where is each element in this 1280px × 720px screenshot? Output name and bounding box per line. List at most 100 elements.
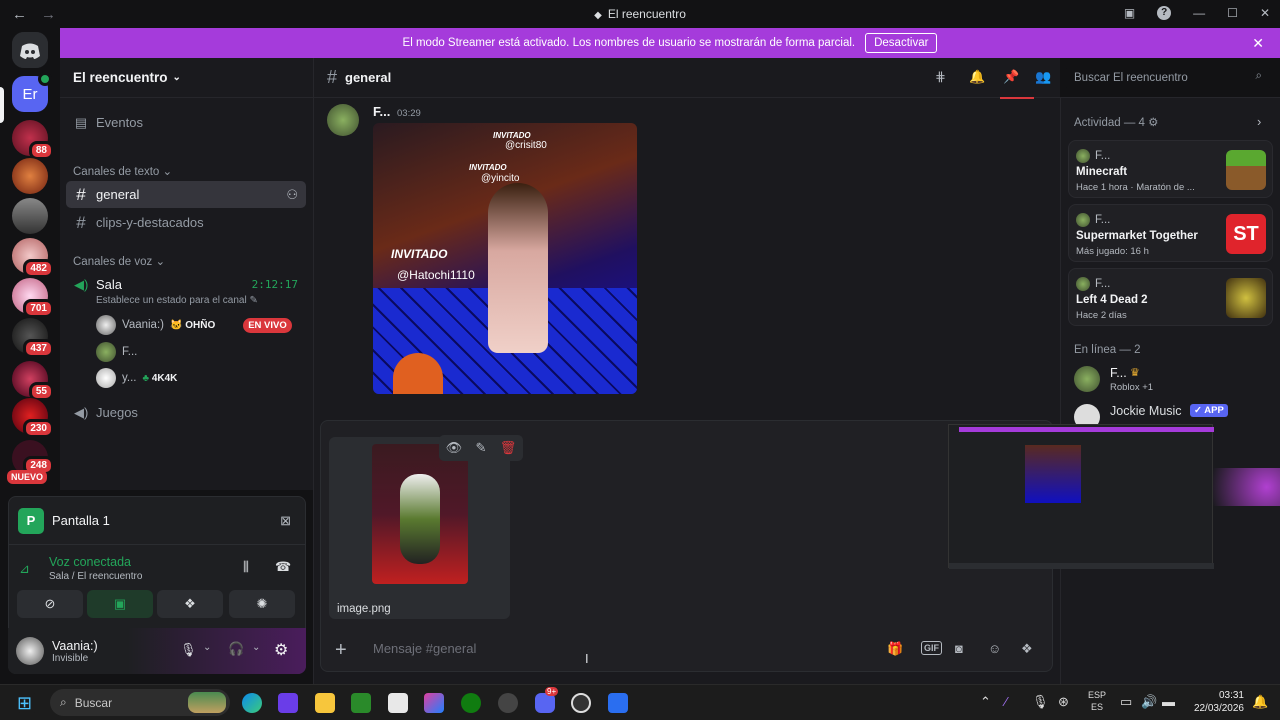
mention-badge: 230 xyxy=(23,419,54,438)
attachment-card[interactable]: image.png 👁 ✎ 🗑 xyxy=(329,435,523,619)
member-item[interactable]: Jockie Music ✓ APP xyxy=(1074,404,1274,430)
battery-icon[interactable]: ▬ xyxy=(1162,694,1175,709)
clock[interactable]: 03:31 22/03/2026 xyxy=(1190,689,1244,715)
avatar-figure xyxy=(488,183,548,353)
tray-vpn-icon[interactable]: ⊛ xyxy=(1058,694,1069,710)
steam-icon[interactable] xyxy=(571,693,591,713)
screenshare-button[interactable]: ▣ xyxy=(87,590,153,618)
close-banner-icon[interactable]: ✕ xyxy=(1252,35,1264,52)
activity-card[interactable]: F... Minecraft Hace 1 hora · Maratón de … xyxy=(1068,140,1273,198)
trash-icon[interactable]: 🗑 xyxy=(500,440,517,456)
volume-icon[interactable]: 🔊 xyxy=(1141,694,1157,710)
disable-streamer-button[interactable]: Desactivar xyxy=(865,33,938,53)
user-avatar[interactable] xyxy=(16,637,44,665)
tray-chevron-icon[interactable]: ⌃ xyxy=(980,694,991,710)
gift-icon[interactable]: 🎁 xyxy=(887,641,903,657)
channel-clips[interactable]: # clips-y-destacados xyxy=(66,209,306,236)
xbox-icon[interactable] xyxy=(461,693,481,713)
server-el-reencuentro[interactable]: Er xyxy=(12,72,52,112)
inbox-icon[interactable]: ▣ xyxy=(1124,6,1135,20)
noise-suppression-icon[interactable]: ⫼ xyxy=(243,559,249,575)
search-input[interactable]: Buscar El reencuentro ⌕ xyxy=(1066,66,1270,90)
discord-badge: 9+ xyxy=(545,687,559,696)
chevron-down-icon[interactable]: ⌄ xyxy=(252,642,260,653)
message-input[interactable]: Mensaje #general xyxy=(373,641,476,656)
minecraft-launcher-icon[interactable] xyxy=(351,693,371,713)
server-icon-4[interactable]: 482 xyxy=(12,238,54,278)
server-icon-8[interactable]: 230 xyxy=(12,398,54,438)
network-icon[interactable]: ▭ xyxy=(1120,694,1132,710)
gif-icon[interactable]: GIF xyxy=(921,641,942,655)
edge-icon[interactable] xyxy=(242,693,262,713)
server-icon-1[interactable]: 88 xyxy=(12,120,54,160)
tray-app-icon[interactable]: ⁄ xyxy=(1005,694,1007,709)
message-image[interactable]: INVITADO @crisit80 INVITADO @yincito INV… xyxy=(373,123,637,394)
events-item[interactable]: ▤ Eventos xyxy=(66,109,306,136)
hash-icon: # xyxy=(76,212,86,232)
activities-button[interactable]: ❖ xyxy=(157,590,223,618)
voice-channel-juegos[interactable]: ◀) Juegos xyxy=(66,399,306,426)
popout-icon[interactable]: ⊠ xyxy=(280,513,291,529)
gear-icon[interactable]: ⚙ xyxy=(1148,117,1158,129)
author-avatar[interactable] xyxy=(327,104,359,136)
activity-card[interactable]: F... Left 4 Dead 2 Hace 2 días xyxy=(1068,268,1273,326)
maximize-icon[interactable]: ☐ xyxy=(1227,6,1238,20)
sticker-icon[interactable]: ◙ xyxy=(955,641,963,656)
chevron-down-icon[interactable]: ⌄ xyxy=(203,642,211,653)
member-list-icon[interactable]: 👥 xyxy=(1035,69,1051,85)
window-title: ◆ El reencuentro xyxy=(594,7,686,21)
discord-taskbar-icon[interactable]: 9+ xyxy=(535,687,559,713)
voice-category[interactable]: Canales de voz ⌄ xyxy=(73,254,165,268)
voice-user-1[interactable]: Vaania:) 🐱 OHÑO EN VIVO xyxy=(96,315,292,335)
microphone-icon[interactable]: 🎙 xyxy=(180,642,197,658)
server-icon-5[interactable]: 701 xyxy=(12,278,54,318)
pencil-icon[interactable]: ✎ xyxy=(476,440,487,456)
server-header[interactable]: El reencuentro ⌄ ⚇ xyxy=(60,58,358,98)
voice-channel-sala[interactable]: ◀) Sala 2:12:17 xyxy=(66,271,306,298)
chevron-right-icon[interactable]: › xyxy=(1257,114,1261,129)
start-icon[interactable]: ⊞ xyxy=(17,693,37,713)
soundboard-button[interactable]: ✺ xyxy=(229,590,295,618)
server-icon-7[interactable]: 55 xyxy=(12,361,54,401)
threads-icon[interactable]: ⋕ xyxy=(935,69,946,85)
add-attachment-icon[interactable]: + xyxy=(335,639,347,662)
tray-mic-icon[interactable]: 🎙 xyxy=(1032,694,1049,710)
notification-icon[interactable]: 🔔 xyxy=(1252,694,1268,710)
taskbar-search[interactable]: ⌕ Buscar xyxy=(50,689,230,716)
apps-icon[interactable]: ❖ xyxy=(1021,641,1033,657)
user-info[interactable]: Vaania:) Invisible xyxy=(52,639,98,664)
message-author[interactable]: F... xyxy=(373,104,390,119)
help-icon[interactable]: ? xyxy=(1157,6,1172,20)
server-icon-2[interactable] xyxy=(12,158,48,194)
disconnect-icon[interactable]: ☎ xyxy=(275,559,291,575)
member-item[interactable]: F... ♛ Roblox +1 xyxy=(1074,366,1274,396)
app-icon-purple[interactable] xyxy=(278,693,298,713)
server-icon-6[interactable]: 437 xyxy=(12,318,54,358)
stream-preview-window[interactable] xyxy=(948,424,1214,569)
server-icon-3[interactable] xyxy=(12,198,48,234)
roblox-icon[interactable] xyxy=(608,693,628,713)
camera-button[interactable]: ⊘ xyxy=(17,590,83,618)
voice-user-2[interactable]: F... xyxy=(96,342,137,362)
pin-icon[interactable]: 📌 xyxy=(1003,69,1019,85)
store-icon[interactable] xyxy=(388,693,408,713)
file-explorer-icon[interactable] xyxy=(315,693,335,713)
discord-home-button[interactable] xyxy=(12,32,48,68)
eye-icon[interactable]: 👁 xyxy=(446,440,463,456)
minimize-icon[interactable]: — xyxy=(1193,6,1205,20)
stream-preview[interactable]: P Pantalla 1 ⊠ xyxy=(9,497,305,545)
notification-bell-icon[interactable]: 🔔 xyxy=(969,69,985,85)
voice-user-3[interactable]: y... ♣ 4K4K xyxy=(96,368,177,388)
language-indicator[interactable]: ESP ES xyxy=(1088,689,1106,713)
channel-general[interactable]: # general ⚇ xyxy=(66,181,306,208)
close-window-icon[interactable]: ✕ xyxy=(1260,6,1270,20)
emoji-icon[interactable]: ☺ xyxy=(988,641,1001,656)
app-icon-gray[interactable] xyxy=(498,693,518,713)
channel-status[interactable]: Establece un estado para el canal ✎ xyxy=(96,295,258,306)
headphones-icon[interactable]: 🎧 xyxy=(228,641,244,657)
settings-gear-icon[interactable]: ⚙ xyxy=(274,640,288,660)
copilot-icon[interactable] xyxy=(424,693,444,713)
invite-icon[interactable]: ⚇ xyxy=(286,187,298,203)
text-category[interactable]: Canales de texto ⌄ xyxy=(73,164,172,178)
activity-card[interactable]: F... Supermarket Together Más jugado: 16… xyxy=(1068,204,1273,262)
